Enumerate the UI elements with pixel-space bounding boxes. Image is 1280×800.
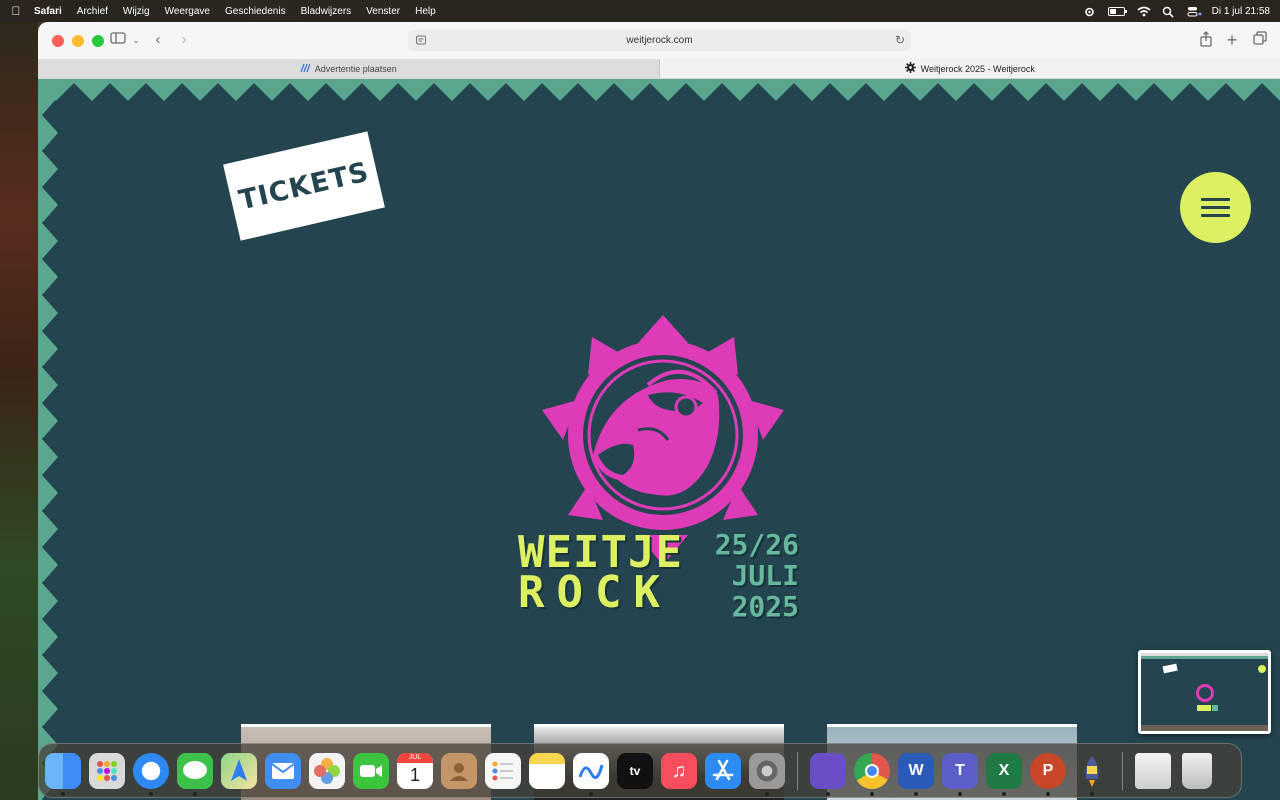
menu-bar:  Safari Archief Wijzig Weergave Geschie… [0, 0, 1280, 22]
tab-overview-icon[interactable] [1250, 31, 1270, 49]
apple-tv-icon[interactable]: tv [617, 752, 653, 789]
hamburger-line [1201, 198, 1230, 201]
zigzag-border-top [38, 79, 1280, 103]
dock-separator [797, 751, 798, 790]
back-button[interactable]: ‹ [148, 31, 168, 49]
tab-weitjerock[interactable]: Weitjerock 2025 - Weitjerock [659, 59, 1280, 78]
messages-icon[interactable] [177, 752, 213, 796]
teams-icon[interactable]: T [942, 752, 978, 796]
browser-toolbar: ⌄ ‹ › weitjerock.com ↻ + [38, 22, 1280, 59]
calendar-icon[interactable]: JUL 1 [397, 752, 433, 789]
freeform-icon[interactable] [573, 752, 609, 796]
chevron-down-icon[interactable]: ⌄ [126, 31, 146, 49]
clock[interactable]: Di 1 jul 21:58 [1212, 6, 1270, 17]
search-icon[interactable] [1162, 6, 1175, 18]
contacts-icon[interactable] [441, 752, 477, 789]
wordmark-line2: ROCK [518, 567, 672, 618]
zigzag-border-left [38, 79, 60, 800]
app-menu[interactable]: Safari [34, 6, 62, 17]
page-menu-icon[interactable] [416, 35, 426, 45]
tab-label: Weitjerock 2025 - Weitjerock [920, 63, 1035, 74]
url-text: weitjerock.com [626, 35, 693, 46]
wifi-icon[interactable] [1137, 6, 1151, 17]
simulator-icon[interactable] [810, 752, 846, 796]
screenshot-thumbnail[interactable] [1138, 650, 1271, 734]
gear-status-icon[interactable] [1083, 6, 1096, 17]
finder-icon[interactable] [45, 752, 81, 796]
menu-venster[interactable]: Venster [366, 6, 400, 17]
web-page: TICKETS WEITJE ROCK 25/26 JULI 2025 [38, 79, 1280, 800]
excel-icon[interactable]: X [986, 752, 1022, 796]
desktop-wallpaper [0, 22, 38, 800]
control-center-icon[interactable] [1187, 6, 1202, 17]
dock: JUL 1 tv ♫ W T X P [38, 743, 1242, 798]
reload-icon[interactable]: ↻ [895, 33, 905, 47]
music-icon[interactable]: ♫ [661, 752, 697, 789]
tab-label: Advertentie plaatsen [314, 63, 397, 74]
address-bar[interactable]: weitjerock.com ↻ [408, 30, 911, 51]
close-window-button[interactable] [52, 35, 64, 47]
menu-help[interactable]: Help [415, 6, 436, 17]
minimize-window-button[interactable] [72, 35, 84, 47]
hamburger-line [1201, 206, 1230, 209]
forward-button[interactable]: › [174, 31, 194, 49]
maps-icon[interactable] [221, 752, 257, 789]
chrome-icon[interactable] [854, 752, 890, 796]
festival-dates: 25/26 JULI 2025 [703, 529, 799, 622]
tab-advertentie[interactable]: Advertentie plaatsen [38, 59, 660, 78]
downloads-stack-icon[interactable] [1135, 752, 1171, 789]
app-store-icon[interactable] [705, 752, 741, 789]
launchpad-icon[interactable] [89, 752, 125, 789]
tickets-button[interactable]: TICKETS [223, 131, 385, 241]
system-settings-icon[interactable] [749, 752, 785, 796]
apple-menu-icon[interactable]:  [10, 4, 22, 18]
menu-geschiedenis[interactable]: Geschiedenis [225, 6, 286, 17]
powerpoint-icon[interactable]: P [1030, 752, 1066, 796]
window-controls [52, 35, 104, 47]
share-icon[interactable] [1196, 31, 1216, 49]
tab-bar: Advertentie plaatsen Weitjerock 2025 - W… [38, 59, 1280, 79]
rocket-typist-icon[interactable] [1074, 753, 1110, 796]
sidebar-toggle-icon[interactable] [108, 31, 128, 49]
mail-icon[interactable] [265, 752, 301, 789]
reminders-icon[interactable] [485, 752, 521, 789]
safari-icon[interactable] [133, 752, 169, 796]
fullscreen-window-button[interactable] [92, 35, 104, 47]
battery-icon[interactable] [1107, 6, 1127, 16]
menu-wijzig[interactable]: Wijzig [123, 6, 150, 17]
stripes-favicon-icon [300, 63, 311, 75]
notes-icon[interactable] [529, 752, 565, 789]
gear-favicon-icon [904, 62, 916, 75]
menu-bladwijzers[interactable]: Bladwijzers [301, 6, 352, 17]
calendar-day: 1 [409, 764, 420, 785]
new-tab-button[interactable]: + [1222, 31, 1242, 49]
date-year: 2025 [731, 590, 799, 623]
word-icon[interactable]: W [898, 752, 934, 796]
calendar-month: JUL [397, 752, 433, 763]
thumbnail-preview [1141, 653, 1268, 731]
menu-button[interactable] [1180, 172, 1251, 243]
facetime-icon[interactable] [353, 752, 389, 789]
menu-archief[interactable]: Archief [77, 6, 108, 17]
trash-icon[interactable] [1182, 752, 1212, 789]
menu-weergave[interactable]: Weergave [165, 6, 210, 17]
date-month: JULI [731, 559, 799, 592]
date-days: 25/26 [714, 528, 799, 561]
dock-separator [1122, 751, 1123, 790]
hamburger-line [1201, 214, 1230, 217]
festival-wordmark: WEITJE ROCK [518, 531, 683, 618]
photos-icon[interactable] [309, 752, 345, 789]
safari-window: ⌄ ‹ › weitjerock.com ↻ + Advertentie pla… [38, 22, 1280, 800]
